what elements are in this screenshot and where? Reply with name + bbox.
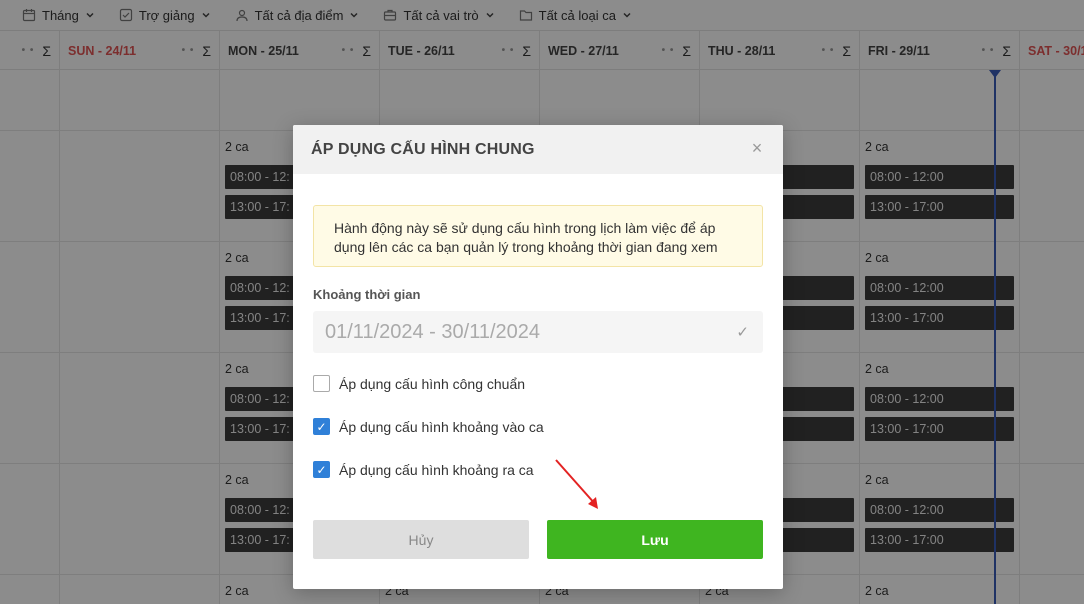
- option-label: Áp dụng cấu hình khoảng vào ca: [339, 418, 544, 435]
- annotation-arrow: [555, 459, 598, 509]
- save-button[interactable]: Lưu: [547, 520, 763, 559]
- cancel-button[interactable]: Hủy: [313, 520, 529, 559]
- warning-notice: Hành động này sẽ sử dụng cấu hình trong …: [313, 205, 763, 267]
- time-range-value: 01/11/2024 - 30/11/2024: [325, 320, 540, 343]
- option-checkout-range[interactable]: ✓ Áp dụng cấu hình khoảng ra ca: [313, 461, 534, 478]
- time-range-label: Khoảng thời gian: [313, 287, 421, 302]
- option-label: Áp dụng cấu hình công chuẩn: [339, 375, 526, 392]
- apply-config-dialog: ÁP DỤNG CẤU HÌNH CHUNG × Hành động này s…: [293, 125, 783, 589]
- checkbox-checked[interactable]: ✓: [313, 418, 330, 435]
- option-label: Áp dụng cấu hình khoảng ra ca: [339, 461, 534, 478]
- option-standard-workday[interactable]: Áp dụng cấu hình công chuẩn: [313, 375, 525, 392]
- check-icon: ✓: [736, 324, 749, 341]
- option-checkin-range[interactable]: ✓ Áp dụng cấu hình khoảng vào ca: [313, 418, 544, 435]
- dialog-title: ÁP DỤNG CẤU HÌNH CHUNG: [311, 140, 535, 158]
- dialog-header: ÁP DỤNG CẤU HÌNH CHUNG ×: [293, 125, 783, 174]
- checkbox-checked[interactable]: ✓: [313, 461, 330, 478]
- checkbox-unchecked[interactable]: [313, 375, 330, 392]
- close-icon[interactable]: ×: [749, 139, 765, 157]
- time-range-field: 01/11/2024 - 30/11/2024 ✓: [313, 311, 763, 353]
